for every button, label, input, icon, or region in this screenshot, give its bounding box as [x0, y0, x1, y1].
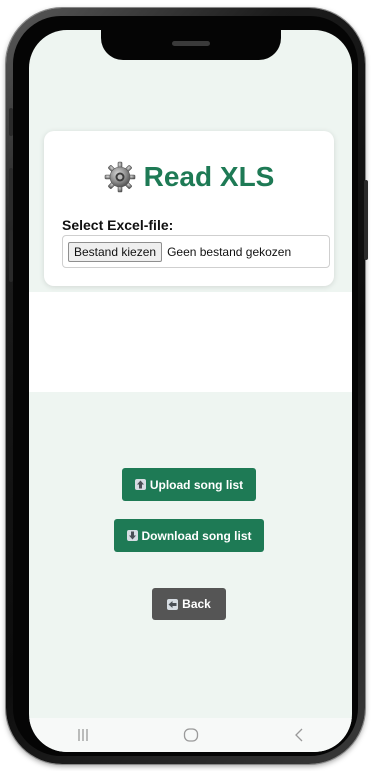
- home-icon[interactable]: [182, 726, 200, 744]
- down-arrow-icon: [126, 530, 138, 541]
- notch: [101, 30, 281, 60]
- speaker-grille: [172, 41, 210, 46]
- upload-song-list-button[interactable]: Upload song list: [122, 468, 256, 501]
- file-field-label: Select Excel-file:: [62, 217, 174, 233]
- file-input[interactable]: Bestand kiezen Geen bestand gekozen: [62, 235, 330, 268]
- power-button: [364, 180, 368, 260]
- back-nav-icon[interactable]: [291, 727, 307, 743]
- system-nav-bar: [29, 718, 352, 752]
- download-song-list-button[interactable]: Download song list: [114, 519, 264, 552]
- page-title: Read XLS: [143, 161, 275, 192]
- recent-apps-icon[interactable]: [75, 727, 91, 743]
- up-arrow-icon: [134, 479, 146, 490]
- back-button[interactable]: Back: [152, 588, 226, 620]
- download-button-label: Download song list: [141, 528, 252, 543]
- content-band: [29, 292, 352, 392]
- title-row: Read XLS: [44, 161, 334, 193]
- phone-screen: Read XLS Select Excel-file: Bestand kiez…: [29, 30, 352, 752]
- choose-file-button[interactable]: Bestand kiezen: [68, 241, 163, 262]
- upload-button-label: Upload song list: [149, 477, 244, 492]
- left-arrow-icon: [167, 598, 179, 610]
- back-button-label: Back: [182, 597, 211, 611]
- file-status-text: Geen bestand gekozen: [167, 244, 292, 259]
- upload-card: Read XLS Select Excel-file: Bestand kiez…: [44, 131, 334, 286]
- gear-icon: [104, 161, 135, 193]
